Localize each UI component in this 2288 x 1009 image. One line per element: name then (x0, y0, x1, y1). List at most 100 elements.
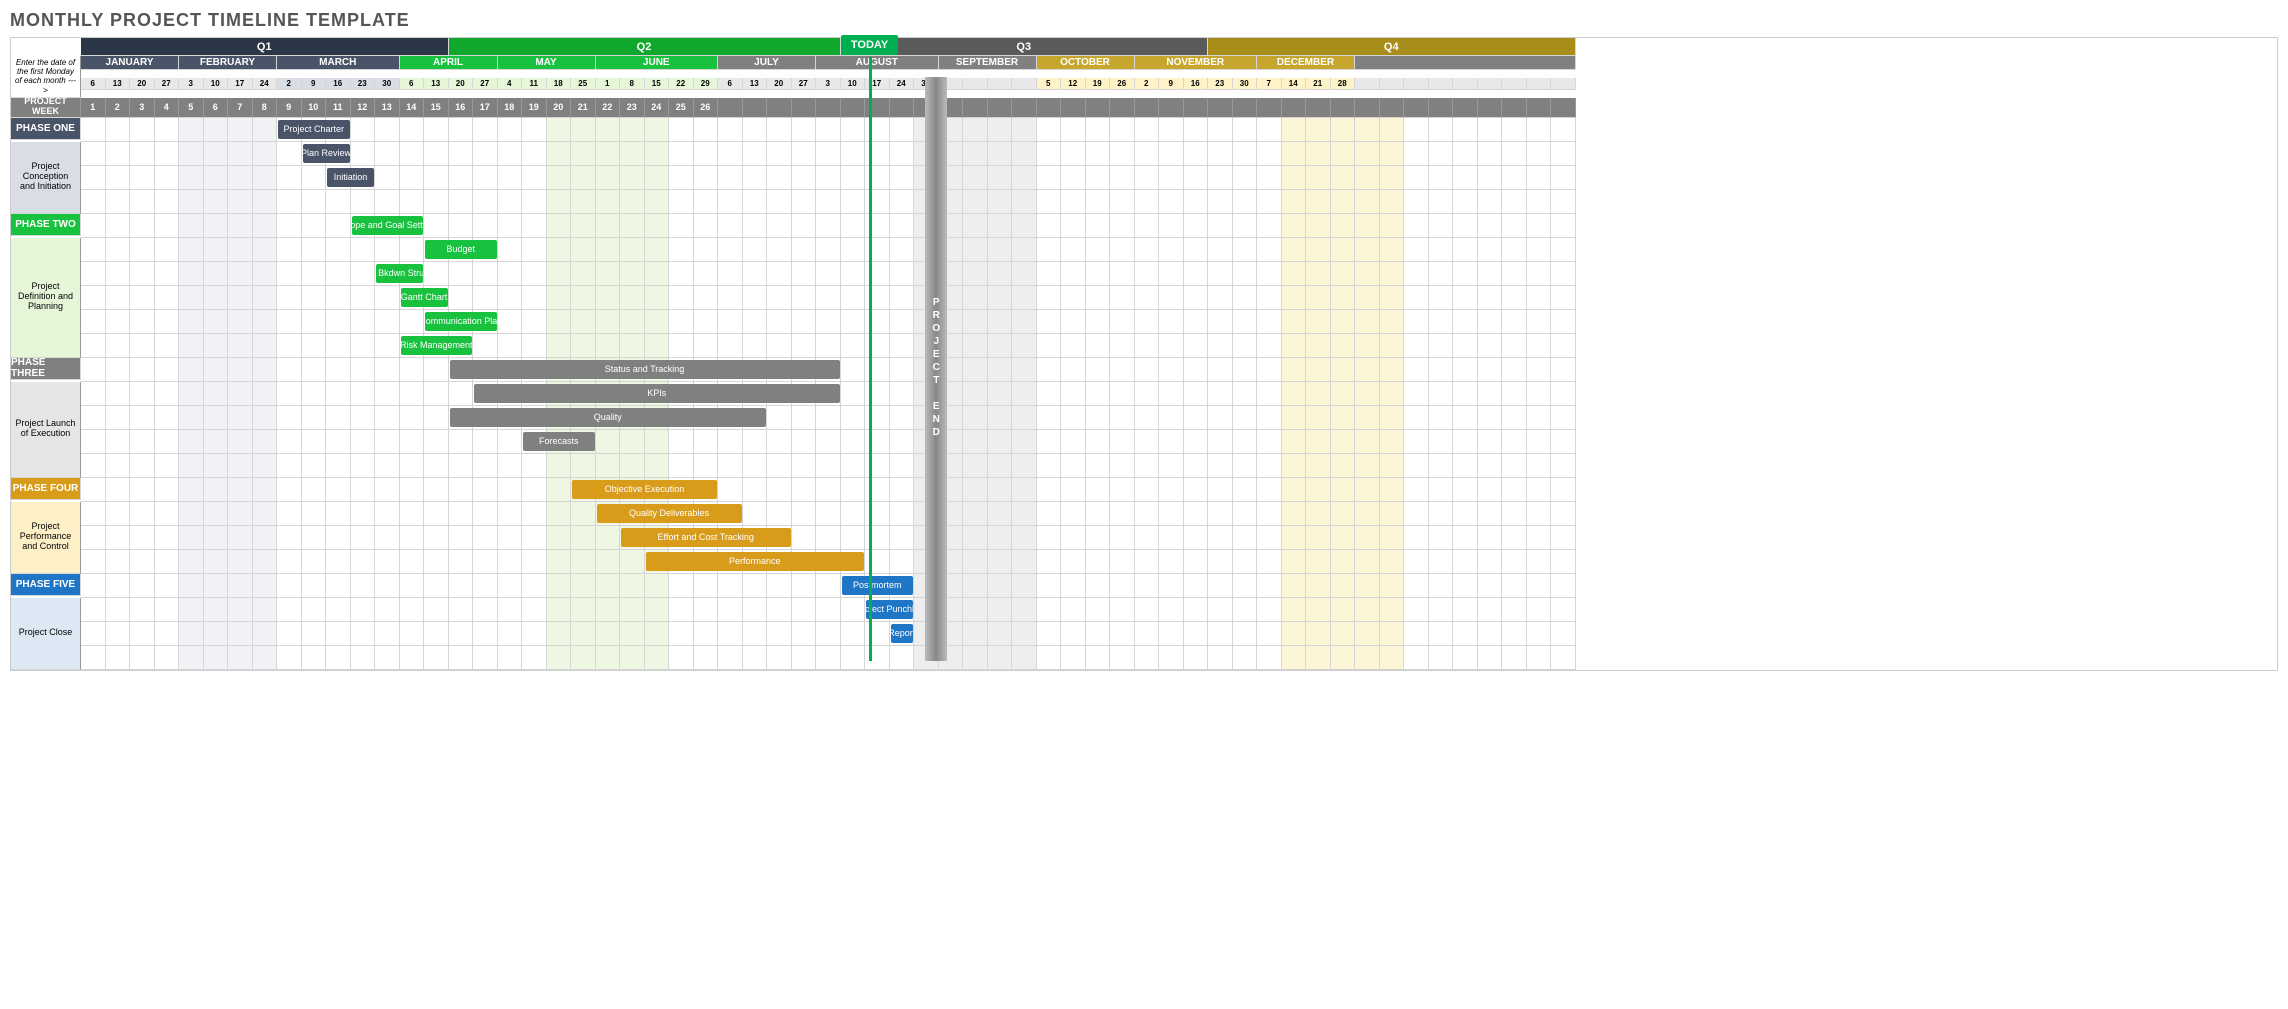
gantt-bar[interactable]: Initiation (327, 168, 374, 187)
gantt-bar[interactable]: Objective Execution (572, 480, 717, 499)
grid-cell (547, 526, 572, 550)
project-week-num (963, 98, 988, 118)
gantt-bar[interactable]: Plan Review (303, 144, 350, 163)
gantt-bar[interactable]: KPIs (474, 384, 840, 403)
grid-cell: Forecasts (522, 430, 547, 454)
grid-cell (179, 526, 204, 550)
grid-cell (228, 286, 253, 310)
grid-cell (620, 622, 645, 646)
project-week-num (1429, 98, 1454, 118)
grid-cell (792, 430, 817, 454)
grid-cell (81, 598, 106, 622)
grid-cell (522, 502, 547, 526)
grid-cell (792, 142, 817, 166)
grid-cell (1453, 382, 1478, 406)
grid-cell (547, 622, 572, 646)
grid-cell (816, 118, 841, 142)
grid-cell (792, 238, 817, 262)
grid-cell (424, 526, 449, 550)
grid-cell (767, 286, 792, 310)
project-week-num (1478, 98, 1503, 118)
grid-cell (718, 646, 743, 670)
gantt-bar[interactable]: Project Punchlist (866, 600, 913, 619)
grid-cell (645, 430, 670, 454)
gantt-bar[interactable]: Scope and Goal Setting (352, 216, 424, 235)
gantt-bar[interactable]: Status and Tracking (450, 360, 840, 379)
month-header: NOVEMBER (1135, 56, 1258, 70)
grid-cell (596, 190, 621, 214)
grid-cell (841, 430, 866, 454)
grid-cell (1380, 430, 1405, 454)
grid-cell (547, 142, 572, 166)
grid-cell (1257, 166, 1282, 190)
grid-cell (1061, 166, 1086, 190)
grid-cell (1453, 454, 1478, 478)
grid-cell (669, 334, 694, 358)
grid-cell (155, 550, 180, 574)
grid-cell (253, 574, 278, 598)
grid-cell (988, 262, 1013, 286)
day-header: 16 (1184, 78, 1209, 90)
grid-cell (1380, 454, 1405, 478)
grid-cell (1306, 598, 1331, 622)
gantt-bar[interactable]: Quality Deliverables (597, 504, 742, 523)
grid-cell (1355, 526, 1380, 550)
grid-cell (155, 262, 180, 286)
grid-cell (1257, 286, 1282, 310)
grid-cell (1135, 478, 1160, 502)
gantt-bar[interactable]: Project Charter (278, 120, 350, 139)
grid-cell (1110, 358, 1135, 382)
grid-cell (81, 286, 106, 310)
grid-cell (351, 454, 376, 478)
grid-cell (988, 574, 1013, 598)
gantt-bar[interactable]: Work Bkdwn Structure (376, 264, 423, 283)
grid-cell (424, 214, 449, 238)
gantt-bar[interactable]: Quality (450, 408, 767, 427)
grid-cell (130, 406, 155, 430)
grid-cell (571, 550, 596, 574)
gantt-bar[interactable]: Gantt Chart (401, 288, 448, 307)
grid-cell (1429, 406, 1454, 430)
grid-cell (522, 286, 547, 310)
day-header: 10 (841, 78, 866, 90)
grid-cell (1208, 598, 1233, 622)
grid-cell (1037, 310, 1062, 334)
grid-cell (498, 214, 523, 238)
quarter-header: Q2 (449, 38, 841, 56)
grid-cell (547, 646, 572, 670)
project-week-num: 7 (228, 98, 253, 118)
gantt-bar[interactable]: Performance (646, 552, 865, 571)
grid-cell (449, 382, 474, 406)
grid-cell (1184, 430, 1209, 454)
grid-cell (792, 502, 817, 526)
grid-cell (988, 406, 1013, 430)
grid-cell (375, 238, 400, 262)
gantt-bar[interactable]: Postmortem (842, 576, 914, 595)
grid-cell (718, 286, 743, 310)
grid-cell (669, 598, 694, 622)
grid-cell (1233, 478, 1258, 502)
grid-cell (1306, 574, 1331, 598)
gantt-bar[interactable]: Communication Plan (425, 312, 497, 331)
grid-cell (1159, 238, 1184, 262)
grid-cell (988, 334, 1013, 358)
gantt-bar[interactable]: Effort and Cost Tracking (621, 528, 791, 547)
grid-cell (179, 454, 204, 478)
grid-cell (351, 622, 376, 646)
grid-cell (1208, 454, 1233, 478)
grid-cell: Plan Review (302, 142, 327, 166)
gantt-bar[interactable]: Forecasts (523, 432, 595, 451)
gantt-bar[interactable]: Report (891, 624, 914, 643)
gantt-bar[interactable]: Budget (425, 240, 497, 259)
grid-cell (1355, 550, 1380, 574)
grid-cell (669, 286, 694, 310)
grid-cell (1208, 478, 1233, 502)
grid-cell (571, 142, 596, 166)
grid-cell (963, 646, 988, 670)
grid-cell (1086, 430, 1111, 454)
grid-cell: Communication Plan (424, 310, 449, 334)
gantt-bar[interactable]: Risk Management (401, 336, 473, 355)
day-header: 19 (1086, 78, 1111, 90)
grid-cell (277, 598, 302, 622)
grid-cell (1086, 334, 1111, 358)
